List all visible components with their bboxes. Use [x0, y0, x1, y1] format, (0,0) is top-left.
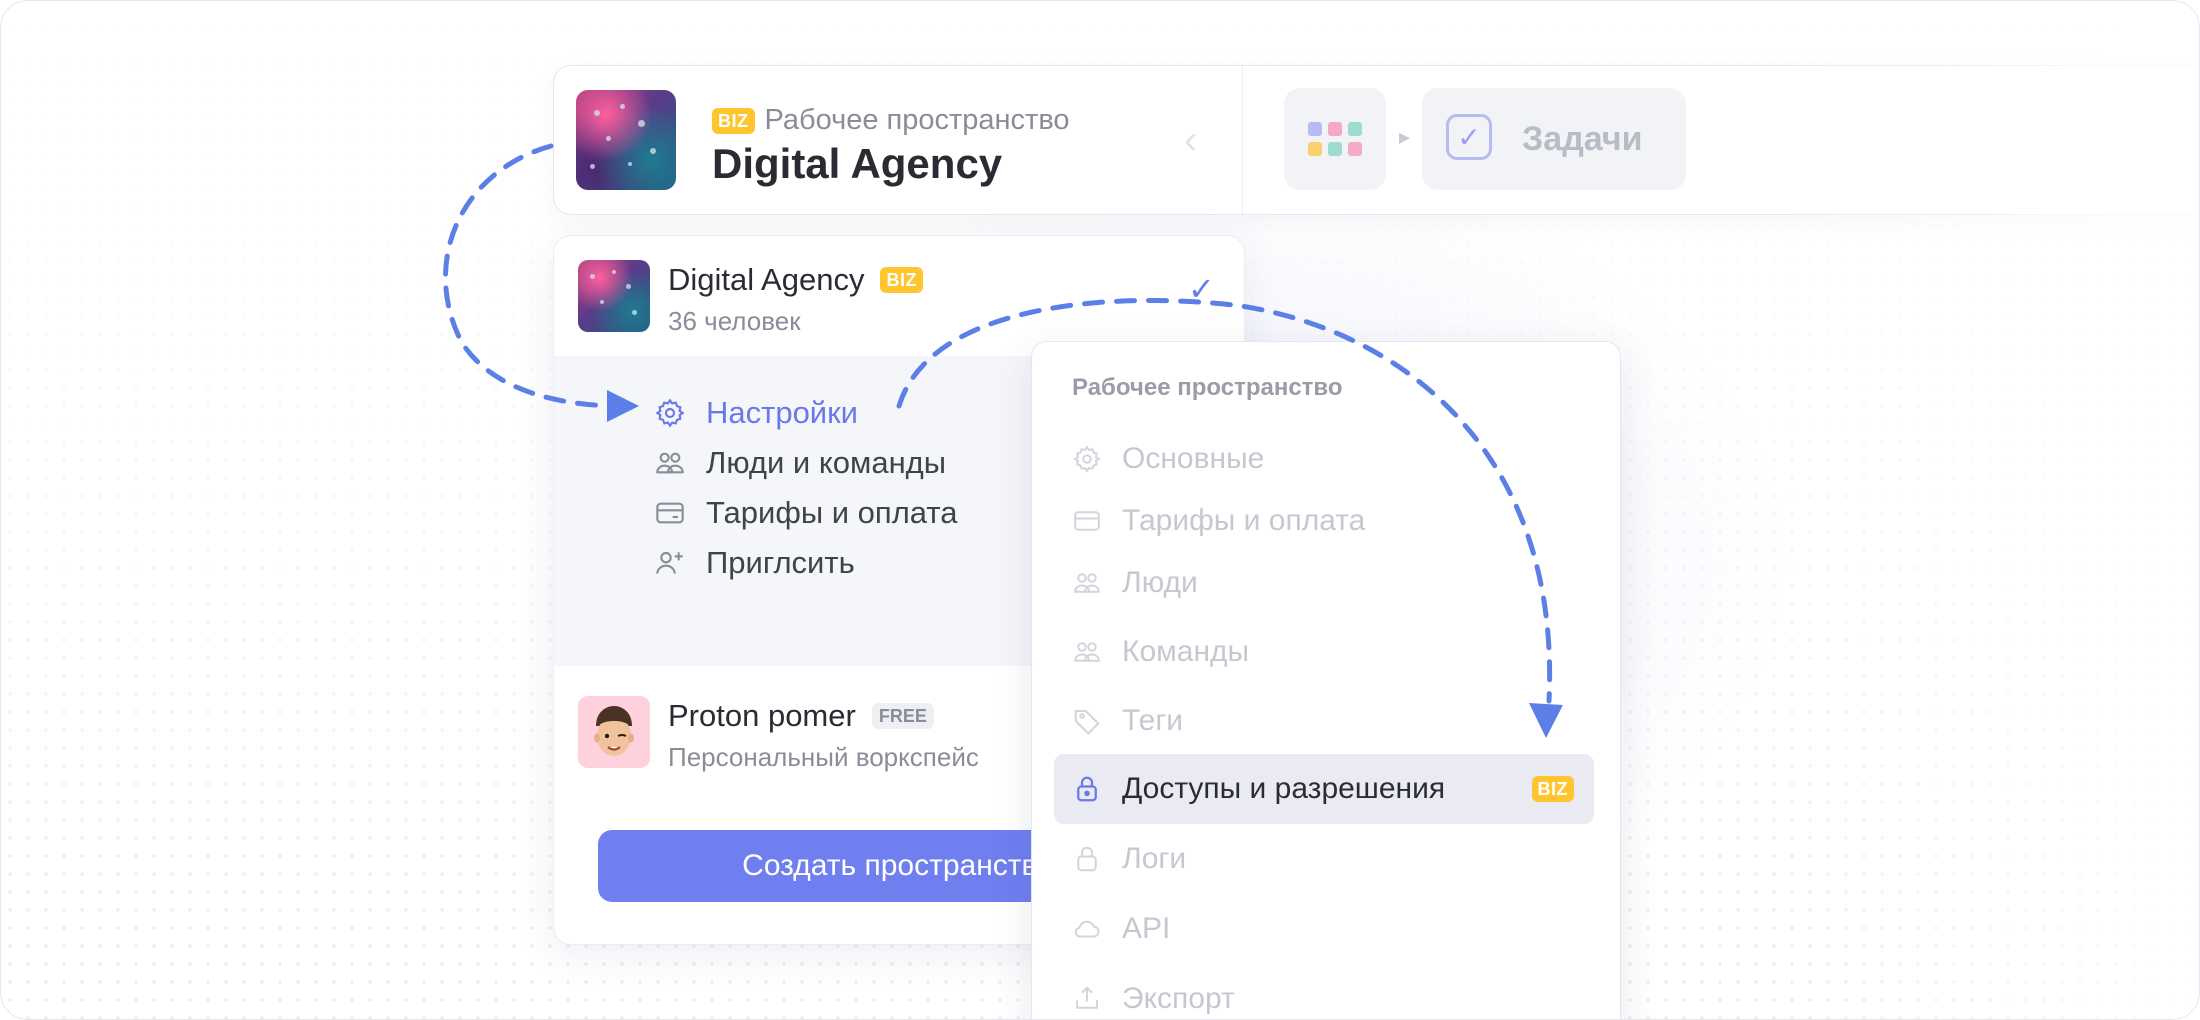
workspace-avatar-small: [578, 260, 650, 332]
apps-grid-icon: [1308, 122, 1362, 156]
biz-badge: BIZ: [712, 107, 755, 134]
submenu-item-export[interactable]: Экспорт: [1072, 974, 1235, 1019]
menu-item-people-teams[interactable]: Люди и команды: [654, 438, 946, 488]
workspace-title[interactable]: Digital Agency: [712, 140, 1002, 188]
menu-item-label: Тарифы и оплата: [706, 495, 958, 530]
submenu-item-label: Экспорт: [1122, 982, 1235, 1015]
submenu-item-label: Логи: [1122, 842, 1187, 875]
apps-button[interactable]: [1284, 88, 1386, 190]
submenu-item-api[interactable]: API: [1072, 904, 1170, 954]
breadcrumb-separator-icon: ▸: [1399, 124, 1411, 149]
menu-item-label: Настройки: [706, 395, 859, 430]
submenu-item-general[interactable]: Основные: [1072, 434, 1264, 484]
people-icon: [1074, 573, 1100, 593]
personal-workspace-name: Proton pomer: [668, 698, 856, 733]
export-icon: [1076, 986, 1098, 1009]
menu-item-label: Люди и команды: [706, 445, 947, 480]
add-user-icon: [656, 551, 683, 574]
submenu-item-label: Доступы и разрешения: [1122, 772, 1446, 805]
personal-workspace-subtitle: Персональный воркспейс: [668, 742, 979, 772]
submenu-item-billing[interactable]: Тарифы и оплата: [1072, 496, 1365, 546]
header-divider: [1242, 66, 1243, 214]
tasks-breadcrumb[interactable]: ✓ Задачи: [1422, 88, 1686, 190]
tag-icon: [1074, 710, 1100, 735]
workspace-option-current[interactable]: Digital Agency BIZ 36 человек ✓: [578, 260, 1218, 336]
workspace-option-name-row: Digital Agency BIZ: [668, 262, 923, 298]
submenu-item-tags[interactable]: Теги: [1072, 696, 1183, 746]
canvas: BIZ Рабочее пространство Digital Agency …: [0, 0, 2200, 1020]
biz-badge: BIZ: [1531, 776, 1574, 802]
tasks-label: Задачи: [1522, 120, 1643, 158]
submenu-item-label: Люди: [1122, 566, 1198, 599]
menu-item-invite[interactable]: Приглсить: [654, 538, 855, 588]
checkmark-icon: ✓: [1188, 271, 1215, 307]
people-icon: [1074, 642, 1100, 662]
lock-icon: [1077, 846, 1097, 872]
card-icon: [656, 502, 684, 524]
menu-item-settings[interactable]: Настройки: [654, 388, 858, 438]
submenu-item-label: Команды: [1122, 635, 1250, 668]
workspace-caption-text: Рабочее пространство: [764, 104, 1070, 136]
workspace-members-count: 36 человек: [668, 306, 801, 336]
personal-name-row: Proton pomer FREE: [668, 698, 934, 734]
card-icon: [1074, 511, 1100, 531]
submenu-item-label: Тарифы и оплата: [1122, 504, 1366, 537]
submenu-item-people[interactable]: Люди: [1072, 558, 1198, 608]
submenu-item-label: Основные: [1122, 442, 1265, 475]
settings-submenu: Рабочее пространство Основные Тарифы и о…: [1031, 341, 1621, 1019]
submenu-item-teams[interactable]: Команды: [1072, 627, 1249, 677]
cloud-icon: [1074, 920, 1100, 938]
menu-item-label: Приглсить: [706, 545, 855, 580]
people-icon: [656, 452, 684, 474]
workspace-caption: BIZ Рабочее пространство: [712, 104, 1070, 137]
submenu-heading: Рабочее пространство: [1072, 374, 1343, 401]
workspace-option-name: Digital Agency: [668, 262, 865, 297]
menu-item-billing[interactable]: Тарифы и оплата: [654, 488, 957, 538]
workspace-avatar[interactable]: [576, 90, 676, 190]
submenu-item-label: API: [1122, 912, 1171, 945]
gear-icon: [1073, 445, 1101, 473]
user-avatar: [578, 696, 650, 768]
tasks-check-icon: ✓: [1446, 114, 1492, 160]
free-badge: FREE: [871, 703, 934, 729]
submenu-item-logs[interactable]: Логи: [1072, 834, 1186, 884]
lock-icon: [1077, 776, 1097, 802]
submenu-item-access-permissions[interactable]: Доступы и разрешения BIZ: [1054, 754, 1594, 824]
gear-icon: [655, 398, 685, 428]
biz-badge: BIZ: [880, 267, 923, 293]
chevron-left-icon[interactable]: ‹: [1184, 118, 1197, 163]
submenu-item-label: Теги: [1122, 704, 1184, 737]
right-edge-fade: [1779, 1, 2199, 1019]
